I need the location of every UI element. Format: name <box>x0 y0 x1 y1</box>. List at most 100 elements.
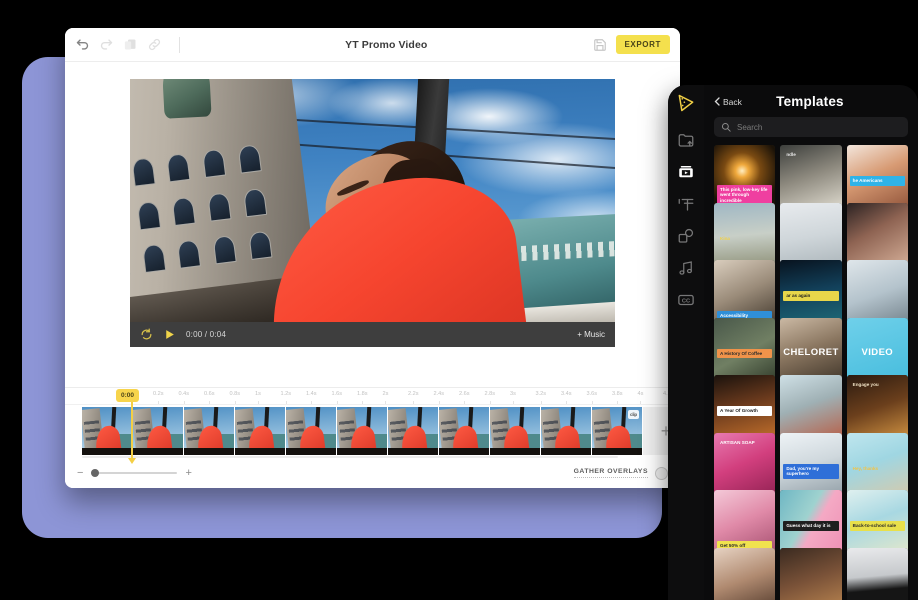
loop-icon[interactable] <box>140 328 153 341</box>
clip-thumbnail <box>439 407 489 455</box>
toolbar-icon-group <box>75 36 180 53</box>
ruler-tick: 0.6s <box>204 391 215 404</box>
back-label: Back <box>723 96 742 107</box>
template-caption: Back-to-school sale <box>849 521 905 531</box>
timeline-clip[interactable] <box>235 407 286 455</box>
editor-toolbar: YT Promo Video EXPORT <box>65 28 680 62</box>
ruler-tick: 4s <box>638 391 643 404</box>
ruler-tick: 3.8s <box>612 391 623 404</box>
zoom-slider-handle[interactable] <box>91 469 100 477</box>
template-caption: Kina <box>720 235 730 241</box>
video-editor-window: YT Promo Video EXPORT 0:00 / 0:04 + Musi… <box>65 28 680 488</box>
media-templates-icon[interactable] <box>677 163 695 181</box>
templates-panel-body: Back Templates This pink, low-key life w… <box>704 85 918 600</box>
timeline-ruler[interactable]: 0.2s 0.4s 0.6s 0.8s 1s 1.2s 1.4s 1.6s 1.8s 2s 2.2s… <box>65 388 680 405</box>
add-music-button[interactable]: + Music <box>577 330 605 339</box>
ruler-tick: 2.2s <box>408 391 419 404</box>
clip-thumbnail <box>184 407 234 455</box>
search-input[interactable] <box>737 122 901 132</box>
back-button[interactable]: Back <box>714 97 742 107</box>
upload-icon[interactable] <box>677 131 695 149</box>
timeline-clip[interactable] <box>133 407 184 455</box>
clip-thumbnail <box>286 407 336 455</box>
ruler-tick: 2s <box>383 391 388 404</box>
undo-icon[interactable] <box>75 37 90 52</box>
ruler-tick: 1.8s <box>357 391 368 404</box>
clip-thumbnail <box>490 407 540 455</box>
toolbar-right-group: EXPORT <box>593 35 670 54</box>
search-icon <box>721 122 731 132</box>
zoom-slider[interactable] <box>91 469 178 477</box>
export-button[interactable]: EXPORT <box>615 35 670 54</box>
save-icon[interactable] <box>593 38 607 52</box>
video-canvas[interactable]: 0:00 / 0:04 + Music <box>130 79 615 347</box>
clip-badge: clip <box>628 410 639 419</box>
clip-thumbnail <box>388 407 438 455</box>
search-box[interactable] <box>714 117 908 137</box>
chevron-left-icon <box>714 97 720 106</box>
ruler-tick: 3.6s <box>587 391 597 404</box>
ruler-tick: 2.6s <box>459 391 470 404</box>
timeline-panel: 0.2s 0.4s 0.6s 0.8s 1s 1.2s 1.4s 1.6s 1.8s 2s 2.2s… <box>65 387 680 488</box>
timeline-clip[interactable] <box>388 407 439 455</box>
template-preview-image <box>780 547 842 600</box>
timeline-clip[interactable] <box>82 407 133 455</box>
ruler-tick: 0.8s <box>230 391 240 404</box>
zoom-out-button[interactable]: − <box>77 467 83 479</box>
gather-overlays-toggle[interactable] <box>655 466 668 480</box>
playhead-time-label: 0:00 <box>116 389 140 402</box>
template-caption: ARTISAN SOAP <box>720 439 755 445</box>
timeline-clip[interactable] <box>184 407 235 455</box>
timeline-clip[interactable] <box>337 407 388 455</box>
template-thumbnail[interactable] <box>846 547 908 600</box>
ruler-tick: 3s <box>510 391 516 404</box>
zoom-in-button[interactable]: + <box>185 467 191 479</box>
template-caption: A History Of Coffee <box>717 348 773 359</box>
tool-rail: CC <box>668 85 704 600</box>
ruler-tick: 3.4s <box>561 391 572 404</box>
ruler-tick: 3.2s <box>536 391 546 404</box>
template-thumbnail[interactable] <box>714 547 776 600</box>
player-controls-bar: 0:00 / 0:04 + Music <box>130 322 615 347</box>
captions-cc-icon[interactable]: CC <box>677 291 695 309</box>
template-headline: VIDEO <box>861 347 894 359</box>
ruler-tick: 1.4s <box>306 391 317 404</box>
ruler-tick: 0.4s <box>179 391 189 404</box>
timeline-clip[interactable] <box>541 407 592 455</box>
clip-thumbnail <box>82 407 132 455</box>
music-icon[interactable] <box>677 259 695 277</box>
ruler-tick: 1.6s <box>332 391 342 404</box>
timeline-playhead[interactable]: 0:00 <box>116 389 140 469</box>
clip-thumbnail <box>235 407 285 455</box>
gather-overlays-label: GATHER OVERLAYS <box>573 468 648 478</box>
ruler-tick: 1.2s <box>281 391 291 404</box>
play-icon[interactable] <box>163 328 176 341</box>
clip-thumbnail <box>337 407 387 455</box>
link-icon[interactable] <box>147 37 162 52</box>
timeline-clip[interactable] <box>439 407 490 455</box>
timeline-footer: − + GATHER OVERLAYS <box>65 458 680 488</box>
template-headline: CHELORET <box>783 347 839 359</box>
timeline-clip[interactable]: clip <box>592 407 643 455</box>
template-caption: he Americans <box>849 176 905 186</box>
timeline-clip-track[interactable]: clip + <box>65 407 680 455</box>
svg-text:CC: CC <box>682 298 690 304</box>
video-preview-area: 0:00 / 0:04 + Music <box>65 62 680 387</box>
gather-overlays-group: GATHER OVERLAYS <box>573 466 668 480</box>
elements-icon[interactable] <box>677 227 695 245</box>
timeline-clip[interactable] <box>286 407 337 455</box>
redo-icon[interactable] <box>99 37 114 52</box>
play-film-logo-icon[interactable] <box>676 93 696 113</box>
copy-icon[interactable] <box>123 37 138 52</box>
playhead-handle[interactable] <box>128 458 136 464</box>
template-caption: Engage you <box>852 382 879 388</box>
ruler-tick: 2.8s <box>485 391 495 404</box>
template-caption: ar as again <box>783 291 839 301</box>
template-thumbnail[interactable] <box>780 547 842 600</box>
clip-thumbnail <box>541 407 591 455</box>
template-caption: Guess what day it is <box>783 521 839 531</box>
text-icon[interactable] <box>677 195 695 213</box>
document-title: YT Promo Video <box>345 38 428 51</box>
timeline-clip[interactable] <box>490 407 541 455</box>
templates-grid: This pink, low-key life went through inc… <box>714 145 908 600</box>
